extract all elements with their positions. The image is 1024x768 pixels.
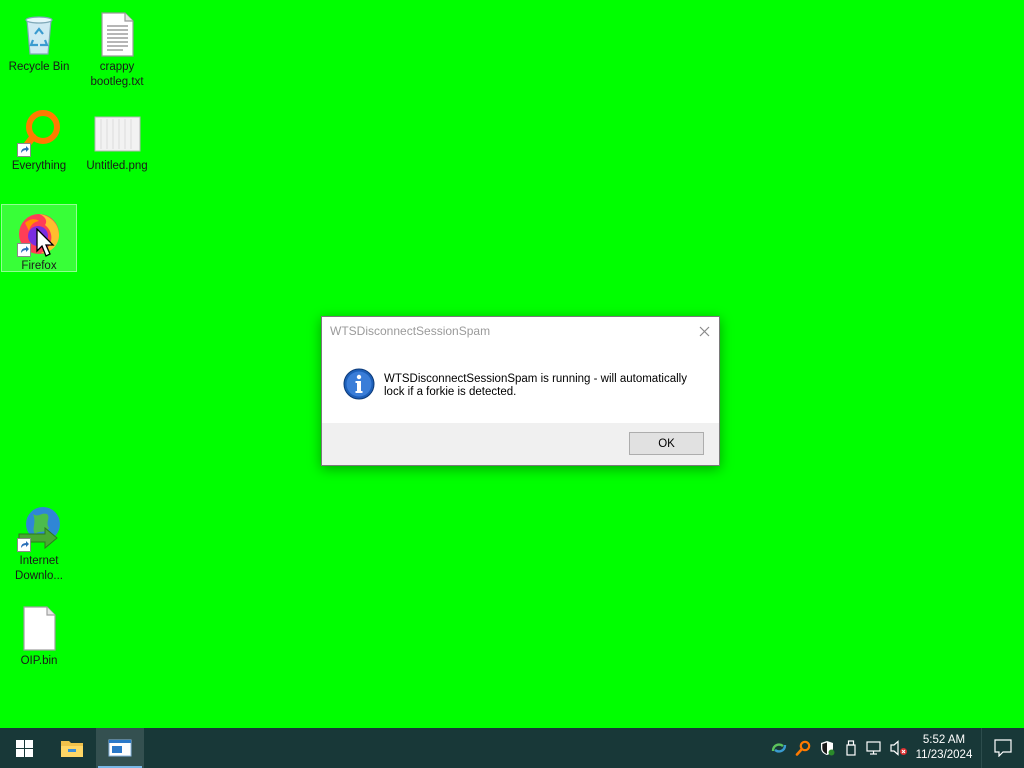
dialog-window-app-icon [108,739,132,757]
desktop-icon-oip-bin[interactable]: OIP.bin [1,600,77,669]
taskbar: 5:52 AM 11/23/2024 [0,728,1024,768]
system-tray: 5:52 AM 11/23/2024 [767,728,1024,768]
internet-download-manager-icon [15,504,63,552]
desktop-icon-recycle-bin[interactable]: Recycle Bin [1,6,77,75]
notification-icon [994,739,1012,757]
dialog-body: WTSDisconnectSessionSpam is running - wi… [322,345,719,425]
desktop-icon-firefox[interactable]: Firefox [1,204,77,272]
taskbar-file-explorer[interactable] [48,728,96,768]
desktop-icon-internet-download-manager[interactable]: Internet Downlo... [1,500,77,584]
recycle-bin-icon [15,10,63,58]
desktop-icon-label: Firefox [21,260,57,272]
shortcut-arrow-icon [17,538,31,552]
action-center-button[interactable] [981,728,1024,768]
mouse-cursor-icon [36,228,55,257]
dialog-title: WTSDisconnectSessionSpam [330,324,491,338]
desktop-icon-label: Everything [11,160,67,172]
everything-search-icon [15,109,63,157]
tray-windows-security[interactable] [815,728,839,768]
desktop-icon-crappy-bootleg-txt[interactable]: crappy bootleg.txt [79,6,155,90]
image-file-icon [93,109,141,157]
dialog-footer: OK [322,423,719,465]
desktop-icon-label: Internet Downlo... [15,555,63,582]
network-icon [866,741,881,755]
ok-button[interactable]: OK [629,432,704,455]
blank-file-icon [15,604,63,652]
desktop-icon-untitled-png[interactable]: Untitled.png [79,105,155,174]
firefox-icon [15,209,63,257]
shortcut-arrow-icon [17,243,31,257]
desktop-icon-label: Untitled.png [86,160,148,172]
close-button[interactable] [689,317,719,345]
info-icon [343,368,375,400]
desktop-icon-label: Recycle Bin [8,61,70,73]
usb-drive-icon [846,740,856,756]
dialog-message: WTSDisconnectSessionSpam is running - wi… [384,373,687,398]
tray-network-sync[interactable] [767,728,791,768]
message-box-dialog: WTSDisconnectSessionSpam WTSDisconnectSe… [321,316,720,466]
desktop-icon-label: OIP.bin [20,655,58,667]
text-file-icon [93,10,141,58]
taskbar-clock[interactable]: 5:52 AM 11/23/2024 [911,728,977,768]
volume-muted-icon [890,740,907,756]
network-sync-icon [771,743,787,753]
tray-volume[interactable] [887,728,911,768]
windows-security-icon [821,741,835,756]
clock-date: 11/23/2024 [915,749,973,761]
shortcut-arrow-icon [17,143,31,157]
desktop-icon-label: crappy bootleg.txt [90,61,144,88]
tray-network[interactable] [863,728,887,768]
tray-everything[interactable] [791,728,815,768]
clock-time: 5:52 AM [922,734,966,746]
windows-start-icon [15,739,33,757]
desktop-icon-everything[interactable]: Everything [1,105,77,174]
close-icon [699,326,709,336]
everything-search-icon [795,740,811,756]
file-explorer-icon [61,741,83,757]
taskbar-dialog-app[interactable] [96,728,144,768]
dialog-titlebar[interactable]: WTSDisconnectSessionSpam [322,317,719,345]
tray-usb-drive[interactable] [839,728,863,768]
start-button[interactable] [0,728,48,768]
